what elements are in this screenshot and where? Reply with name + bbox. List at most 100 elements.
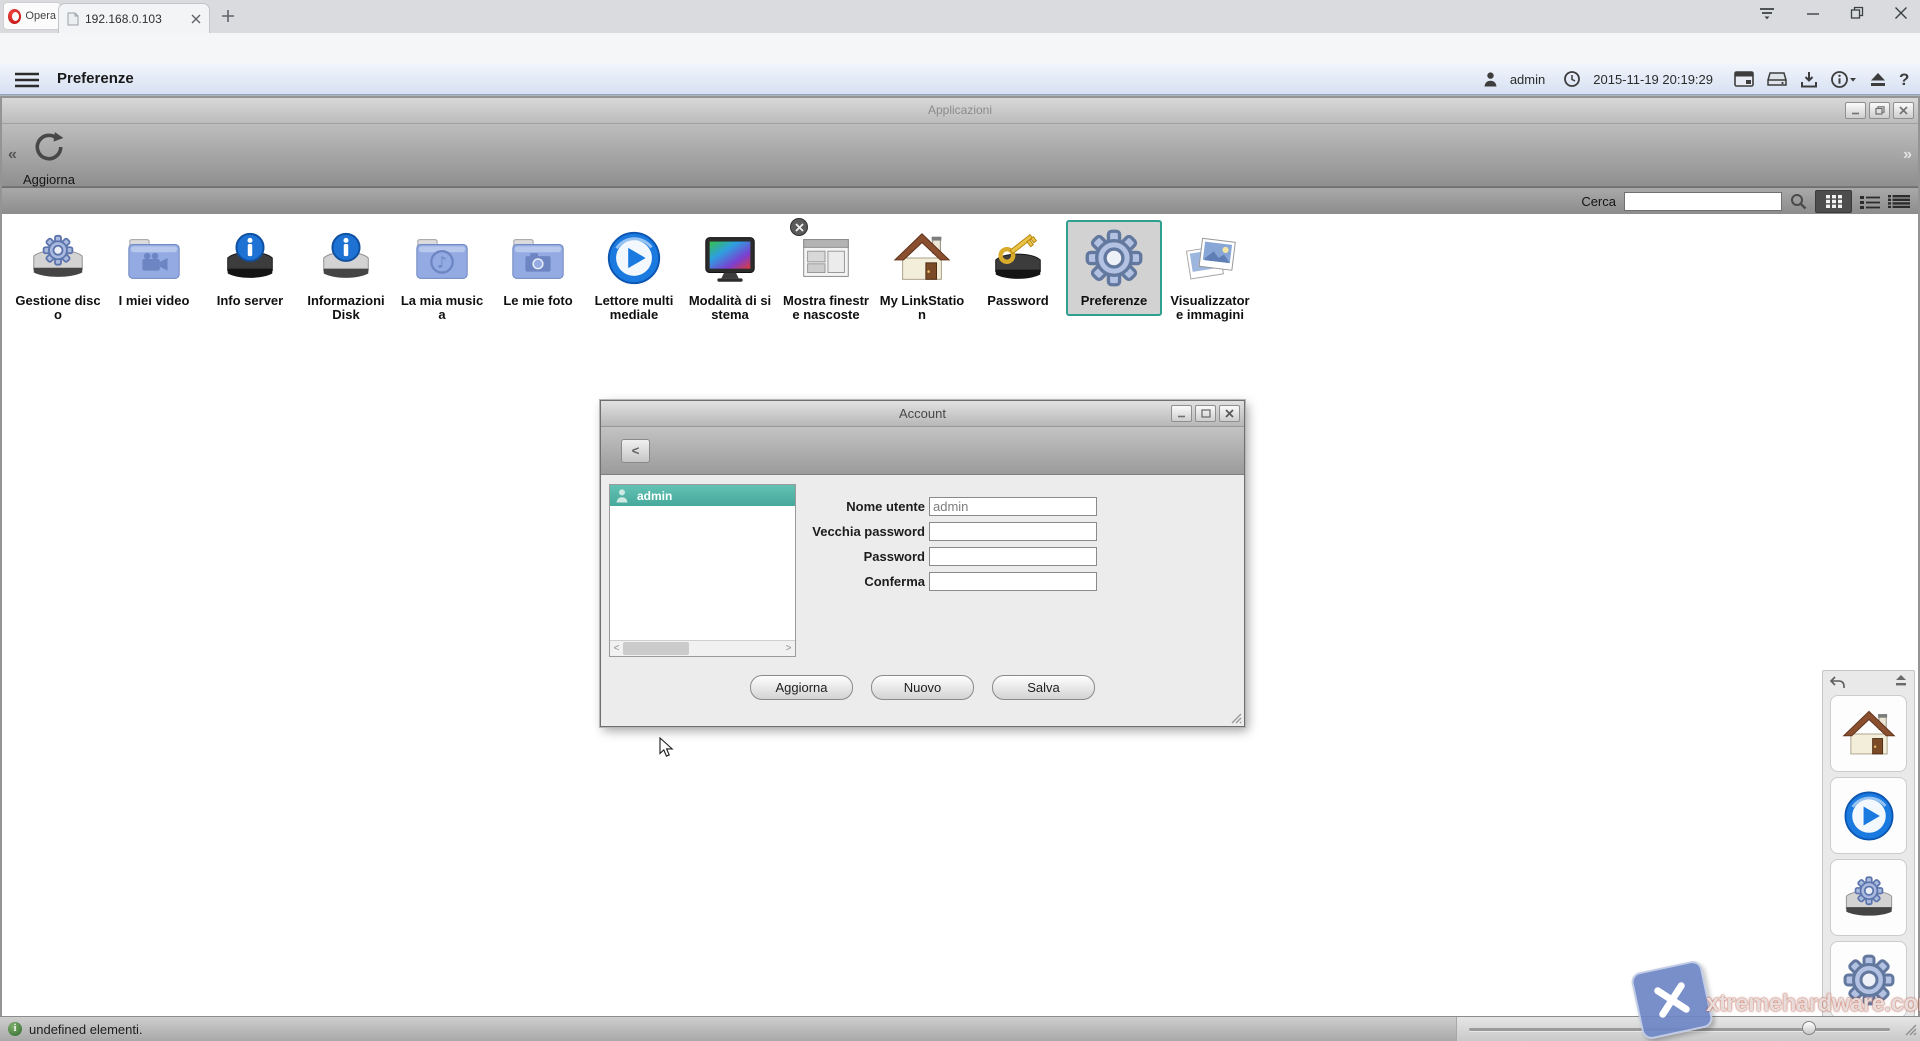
tab-close-icon[interactable]	[191, 14, 201, 24]
eject-icon[interactable]	[1870, 72, 1886, 87]
app-mostra-finestre-nascoste[interactable]: Mostra finestre nascoste	[778, 220, 874, 330]
app-label: La mia musica	[399, 294, 485, 322]
app-label: My LinkStation	[879, 294, 965, 322]
applications-window-title: Applicazioni	[928, 103, 992, 117]
view-detail-button[interactable]	[1888, 195, 1910, 208]
nas-toolbar-right: admin 2015-11-19 20:19:29 ?	[1484, 64, 1912, 94]
console-window-icon[interactable]	[1734, 71, 1754, 87]
music-folder-icon: ♪	[411, 227, 473, 289]
app-label: Preferenze	[1071, 294, 1157, 308]
user-list-scrollbar[interactable]: < >	[610, 640, 795, 656]
app-label: Password	[975, 294, 1061, 308]
search-label: Cerca	[1581, 194, 1616, 209]
dock-panel	[1822, 670, 1915, 1017]
new-tab-button[interactable]	[218, 6, 238, 26]
app-my-linkstation[interactable]: My LinkStation	[874, 220, 970, 330]
search-row: Cerca	[2, 187, 1918, 216]
browser-customize-icon[interactable]	[1758, 5, 1776, 21]
scrollbar-thumb[interactable]	[623, 642, 689, 655]
scroll-left-arrow[interactable]: <	[610, 643, 623, 654]
window-minimize-icon[interactable]	[1806, 6, 1820, 20]
back-button[interactable]: <	[621, 439, 650, 463]
dialog-close-icon[interactable]	[1219, 405, 1240, 422]
account-dialog-controls	[1171, 405, 1240, 422]
toolbar-overflow-right[interactable]: »	[1903, 146, 1912, 164]
scroll-right-arrow[interactable]: >	[782, 643, 795, 654]
password-row: Password	[799, 547, 1097, 566]
videos-folder-icon	[123, 227, 185, 289]
dialog-maximize-icon[interactable]	[1195, 405, 1216, 422]
hamburger-menu-icon[interactable]	[14, 72, 40, 88]
window-close-icon[interactable]	[1894, 6, 1908, 20]
update-button[interactable]: Aggiorna	[750, 675, 853, 700]
search-icon[interactable]	[1790, 193, 1807, 210]
dock-undo-icon[interactable]	[1830, 676, 1845, 689]
disk-info-icon	[315, 227, 377, 289]
user-list-item-admin[interactable]: admin	[610, 485, 795, 506]
app-gestione-disco[interactable]: Gestione disco	[10, 220, 106, 330]
logged-in-user[interactable]: admin	[1510, 72, 1545, 87]
account-dialog-toolbar: <	[601, 427, 1244, 475]
app-minimize-icon[interactable]	[1845, 102, 1866, 119]
app-le-mie-foto[interactable]: Le mie foto	[490, 220, 586, 316]
nas-download-icon[interactable]	[1800, 71, 1818, 88]
refresh-label: Aggiorna	[16, 172, 82, 187]
close-badge-icon	[790, 218, 808, 236]
dock-preferences-button[interactable]	[1830, 941, 1907, 1018]
disk-management-icon	[27, 227, 89, 289]
status-info-icon: i	[8, 1022, 22, 1036]
app-password[interactable]: Password	[970, 220, 1066, 316]
refresh-button[interactable]: Aggiorna	[16, 129, 82, 187]
dock-media-player-button[interactable]	[1830, 777, 1907, 854]
app-lettore-multimediale[interactable]: Lettore multimediale	[586, 220, 682, 330]
window-resize-grip[interactable]	[1904, 1023, 1917, 1036]
app-modalita-di-sistema[interactable]: Modalità di sistema	[682, 220, 778, 330]
zoom-slider-knob[interactable]	[1802, 1021, 1816, 1035]
app-informazioni-disk[interactable]: Informazioni Disk	[298, 220, 394, 330]
old-password-row: Vecchia password	[799, 522, 1097, 541]
app-la-mia-musica[interactable]: ♪ La mia musica	[394, 220, 490, 330]
view-grid-button[interactable]	[1815, 190, 1852, 213]
dock-disk-manager-button[interactable]	[1830, 859, 1907, 936]
photos-folder-icon	[507, 227, 569, 289]
user-icon	[1484, 72, 1497, 87]
window-restore-icon[interactable]	[1850, 6, 1864, 20]
user-list[interactable]: admin < >	[609, 484, 796, 657]
dock-collapse-icon[interactable]	[1895, 675, 1907, 688]
nas-drive-icon[interactable]	[1767, 71, 1787, 87]
opera-menu-button[interactable]: Opera	[3, 2, 61, 30]
nas-info-dropdown-icon[interactable]	[1831, 71, 1857, 88]
status-bar: i undefined elementi.	[0, 1016, 1920, 1041]
search-input[interactable]	[1624, 192, 1782, 211]
app-preferenze[interactable]: Preferenze	[1066, 220, 1162, 316]
save-button[interactable]: Salva	[992, 675, 1095, 700]
app-label: Visualizzatore immagini	[1167, 294, 1253, 322]
confirm-row: Conferma	[799, 572, 1097, 591]
app-restore-icon[interactable]	[1869, 102, 1890, 119]
username-input[interactable]	[929, 497, 1097, 516]
password-input[interactable]	[929, 547, 1097, 566]
dialog-resize-grip[interactable]	[1231, 713, 1242, 724]
zoom-slider-track[interactable]	[1469, 1028, 1890, 1031]
old-password-input[interactable]	[929, 522, 1097, 541]
app-i-miei-video[interactable]: I miei video	[106, 220, 202, 316]
svg-text:♪: ♪	[437, 254, 447, 272]
help-icon[interactable]: ?	[1899, 70, 1912, 88]
app-label: Informazioni Disk	[303, 294, 389, 322]
app-visualizzatore-immagini[interactable]: Visualizzatore immagini	[1162, 220, 1258, 330]
dock-header	[1823, 671, 1914, 695]
applications-titlebar[interactable]: Applicazioni	[2, 98, 1918, 124]
password-key-icon	[987, 227, 1049, 289]
dock-home-button[interactable]	[1830, 695, 1907, 772]
new-button[interactable]: Nuovo	[871, 675, 974, 700]
password-label: Password	[799, 549, 925, 564]
account-dialog: Account < admin < > Nome	[600, 400, 1245, 727]
browser-window-controls	[1758, 5, 1908, 21]
app-info-server[interactable]: Info server	[202, 220, 298, 316]
account-dialog-titlebar[interactable]: Account	[601, 401, 1244, 427]
app-close-icon[interactable]	[1893, 102, 1914, 119]
confirm-input[interactable]	[929, 572, 1097, 591]
dialog-minimize-icon[interactable]	[1171, 405, 1192, 422]
browser-tab[interactable]: 192.168.0.103	[58, 3, 210, 33]
view-list-button[interactable]	[1860, 195, 1880, 209]
